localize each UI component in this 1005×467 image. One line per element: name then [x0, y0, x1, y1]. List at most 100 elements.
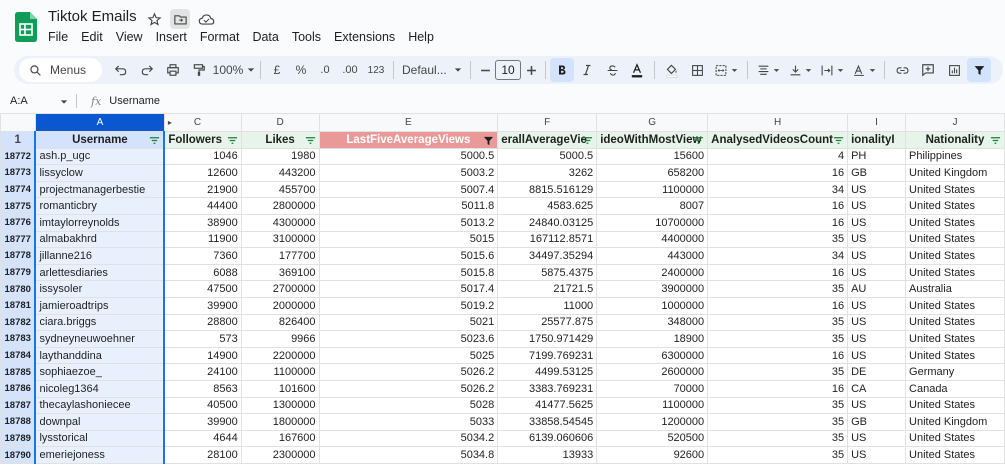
cell-lastfiveaverageviews[interactable]: 5034.2: [318, 429, 499, 448]
cell-lastfiveaverageviews[interactable]: 5023.6: [318, 330, 499, 348]
cell-nationality-code[interactable]: PH: [847, 147, 907, 166]
cell-followers[interactable]: 11900: [163, 230, 242, 249]
cell-nationality-code[interactable]: US: [847, 446, 907, 464]
column-header-e[interactable]: E: [318, 113, 499, 132]
cell-likes[interactable]: 4300000: [240, 213, 320, 232]
cell-videowithmostviews[interactable]: 92600: [596, 446, 709, 464]
star-icon[interactable]: [144, 9, 164, 29]
cell-videowithmostviews[interactable]: 4400000: [596, 230, 709, 249]
cell-nationality[interactable]: United States: [905, 180, 1005, 199]
cell-followers[interactable]: 40500: [163, 396, 242, 415]
menu-insert[interactable]: Insert: [156, 29, 193, 45]
row-header[interactable]: 18787: [0, 396, 36, 415]
cell-analysedvideoscount[interactable]: 16: [707, 379, 849, 398]
cell-followers[interactable]: 573: [163, 330, 242, 348]
cell-overallaverageviews[interactable]: 6139.060606: [497, 429, 598, 448]
cell-nationality[interactable]: United States: [905, 247, 1005, 265]
cell-username[interactable]: sydneyneuwoehner: [34, 330, 166, 348]
cell-lastfiveaverageviews[interactable]: 5017.4: [318, 280, 499, 298]
cell-videowithmostviews[interactable]: 1100000: [596, 396, 709, 415]
cell-nationality-code[interactable]: US: [847, 313, 907, 332]
cell-nationality-code[interactable]: GB: [847, 413, 907, 431]
cell-followers[interactable]: 12600: [163, 164, 242, 182]
menu-extensions[interactable]: Extensions: [334, 29, 401, 45]
cell-overallaverageviews[interactable]: 3383.769231: [497, 379, 598, 398]
header-cell-likes[interactable]: Likes: [240, 131, 320, 149]
horizontal-align-button[interactable]: [752, 58, 784, 82]
cell-overallaverageviews[interactable]: 7199.769231: [497, 346, 598, 365]
cell-followers[interactable]: 47500: [163, 280, 242, 298]
cell-lastfiveaverageviews[interactable]: 5034.8: [318, 446, 499, 464]
cell-nationality[interactable]: United States: [905, 313, 1005, 332]
cell-analysedvideoscount[interactable]: 16: [707, 263, 849, 282]
row-header[interactable]: 18781: [0, 296, 36, 315]
cell-nationality[interactable]: Philippines: [905, 147, 1005, 166]
cell-overallaverageviews[interactable]: 11000: [497, 296, 598, 315]
sheets-logo-icon[interactable]: [15, 12, 37, 42]
row-header[interactable]: 18774: [0, 180, 36, 199]
paint-format-button[interactable]: [186, 58, 212, 82]
cell-nationality-code[interactable]: US: [847, 213, 907, 232]
cell-followers[interactable]: 39900: [163, 296, 242, 315]
column-header-c[interactable]: ▸ C: [163, 113, 242, 132]
bold-button[interactable]: [550, 58, 574, 82]
row-header[interactable]: 18782: [0, 313, 36, 332]
select-all-corner[interactable]: [0, 113, 36, 132]
cell-nationality[interactable]: United States: [905, 263, 1005, 282]
cell-nationality[interactable]: Canada: [905, 379, 1005, 398]
cell-followers[interactable]: 44400: [163, 197, 242, 215]
cell-nationality-code[interactable]: US: [847, 429, 907, 448]
cloud-status-icon[interactable]: [196, 9, 216, 29]
cell-nationality[interactable]: United States: [905, 446, 1005, 464]
column-header-j[interactable]: J: [905, 113, 1005, 132]
filter-button[interactable]: [967, 58, 991, 82]
cell-analysedvideoscount[interactable]: 35: [707, 280, 849, 298]
cell-likes[interactable]: 101600: [240, 379, 320, 398]
text-wrapping-button[interactable]: [816, 58, 848, 82]
cell-overallaverageviews[interactable]: 25577.875: [497, 313, 598, 332]
insert-link-button[interactable]: [889, 58, 915, 82]
column-header-d[interactable]: D: [240, 113, 320, 132]
menu-help[interactable]: Help: [408, 29, 440, 45]
more-formats-button[interactable]: 123: [363, 58, 389, 82]
cell-username[interactable]: laythanddina: [34, 346, 166, 365]
cell-analysedvideoscount[interactable]: 35: [707, 330, 849, 348]
cell-nationality-code[interactable]: DE: [847, 363, 907, 381]
menu-edit[interactable]: Edit: [81, 29, 109, 45]
cell-nationality-code[interactable]: US: [847, 230, 907, 249]
cell-analysedvideoscount[interactable]: 35: [707, 396, 849, 415]
cell-videowithmostviews[interactable]: 1100000: [596, 180, 709, 199]
cell-followers[interactable]: 14900: [163, 346, 242, 365]
cell-videowithmostviews[interactable]: 2600000: [596, 363, 709, 381]
cell-lastfiveaverageviews[interactable]: 5033: [318, 413, 499, 431]
insert-comment-button[interactable]: [915, 58, 941, 82]
cell-nationality-code[interactable]: US: [847, 247, 907, 265]
cell-videowithmostviews[interactable]: 658200: [596, 164, 709, 182]
cell-username[interactable]: lissyclow: [34, 164, 166, 182]
cell-followers[interactable]: 28100: [163, 446, 242, 464]
header-cell-overallaverageviews[interactable]: erallAverageVie: [497, 131, 598, 149]
cell-overallaverageviews[interactable]: 24840.03125: [497, 213, 598, 232]
cell-overallaverageviews[interactable]: 41477.5625: [497, 396, 598, 415]
cell-lastfiveaverageviews[interactable]: 5025: [318, 346, 499, 365]
cell-username[interactable]: sophiaezoe_: [34, 363, 166, 381]
cell-analysedvideoscount[interactable]: 35: [707, 429, 849, 448]
filter-lines-icon[interactable]: [990, 135, 1001, 146]
cell-lastfiveaverageviews[interactable]: 5007.4: [318, 180, 499, 199]
currency-format-button[interactable]: £: [265, 58, 289, 82]
cell-lastfiveaverageviews[interactable]: 5019.2: [318, 296, 499, 315]
document-title[interactable]: Tiktok Emails: [48, 8, 137, 25]
cell-overallaverageviews[interactable]: 8815.516129: [497, 180, 598, 199]
cell-videowithmostviews[interactable]: 8007: [596, 197, 709, 215]
column-header-f[interactable]: F: [497, 113, 598, 132]
cell-likes[interactable]: 2800000: [240, 197, 320, 215]
cell-videowithmostviews[interactable]: 2400000: [596, 263, 709, 282]
cell-overallaverageviews[interactable]: 33858.54545: [497, 413, 598, 431]
cell-username[interactable]: jillanne216: [34, 247, 166, 265]
row-header[interactable]: 18776: [0, 213, 36, 232]
cell-overallaverageviews[interactable]: 4499.53125: [497, 363, 598, 381]
borders-button[interactable]: [685, 58, 709, 82]
cell-likes[interactable]: 1300000: [240, 396, 320, 415]
cell-analysedvideoscount[interactable]: 35: [707, 313, 849, 332]
cell-username[interactable]: lysstorical: [34, 429, 166, 448]
